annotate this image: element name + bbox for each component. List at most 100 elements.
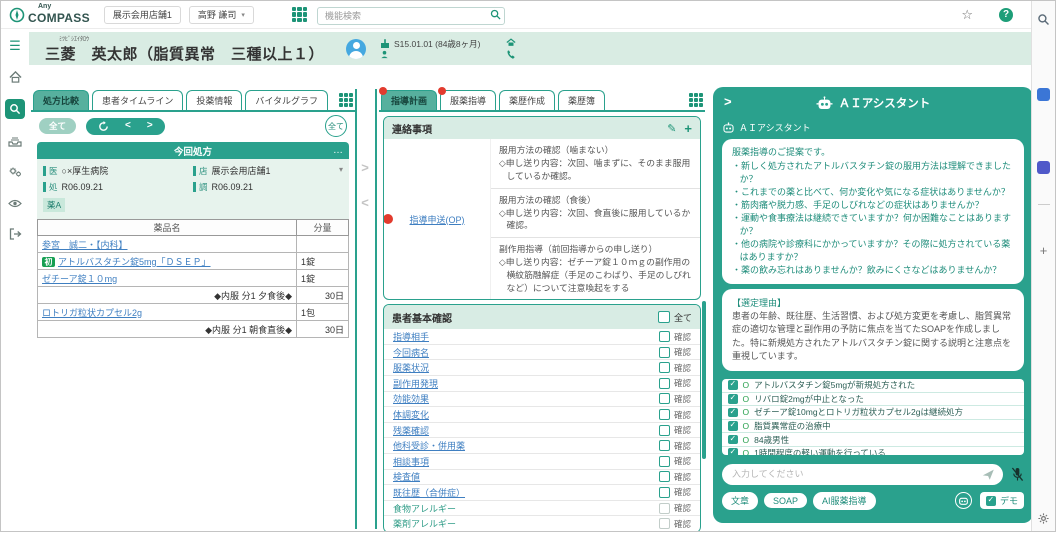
inbox-tray-icon[interactable]: [6, 132, 24, 150]
contact-entry: 服用方法の確認（食後） ◇申し送り内容：次回、食直後に服用しているか確認。: [491, 189, 700, 239]
gear-icon[interactable]: [1037, 512, 1050, 525]
confirm-checkbox[interactable]: [659, 425, 670, 436]
ai-guidance-button[interactable]: AI服薬指導: [813, 492, 876, 510]
user-menu[interactable]: 高野 謙司 ▾: [189, 6, 254, 24]
ai-chat-input[interactable]: [722, 464, 1003, 485]
check-item-link[interactable]: 相談事項: [393, 455, 429, 468]
confirm-checkbox[interactable]: [659, 393, 670, 404]
demo-toggle[interactable]: デモ: [980, 492, 1024, 509]
card-title: 今回処方: [174, 144, 212, 158]
tab-medication-guidance[interactable]: 服薬指導: [440, 90, 496, 110]
help-icon[interactable]: ?: [999, 8, 1013, 22]
top-bar: Any COMPASS 展示会用店舗1 高野 謙司 ▾ ☆ ?: [1, 1, 1035, 29]
confirm-checkbox[interactable]: [659, 471, 670, 482]
check-item-link[interactable]: 他科受診・併用薬: [393, 439, 465, 452]
eye-icon[interactable]: [6, 194, 24, 212]
store-selector[interactable]: 展示会用店舗1: [104, 6, 181, 24]
sidebar-app-icon[interactable]: [1037, 161, 1050, 174]
patient-basic-check-box: 患者基本確認 全て 指導相手確認 今回病名確認 服薬状況確認 副作用発現確認 効…: [383, 304, 701, 532]
soap-mode-button[interactable]: SOAP: [764, 493, 807, 508]
check-item-link[interactable]: 既往歴（合併症）: [393, 486, 465, 499]
all-circle-button[interactable]: 全て: [325, 115, 347, 137]
mic-muted-icon[interactable]: [1011, 467, 1024, 482]
collapse-card-icon[interactable]: ▾: [339, 165, 343, 174]
drug-link[interactable]: ロトリガ粒状カプセル2g: [42, 308, 142, 318]
check-row: 既往歴（合併症）確認: [384, 485, 700, 501]
panel-grid-icon[interactable]: [339, 93, 353, 107]
sidebar-search-icon[interactable]: [1037, 13, 1050, 26]
expand-right-icon[interactable]: >: [361, 161, 369, 174]
card-menu-icon[interactable]: …: [333, 145, 343, 156]
home-icon[interactable]: [6, 68, 24, 86]
fact-row: O84歳男性: [722, 433, 1024, 447]
edit-icon[interactable]: ✎: [667, 122, 676, 135]
check-item-link[interactable]: 今回病名: [393, 346, 429, 359]
check-item-link[interactable]: 効能効果: [393, 392, 429, 405]
sign-out-icon[interactable]: [6, 225, 24, 243]
add-icon[interactable]: +: [684, 122, 692, 135]
fact-checkbox[interactable]: [728, 394, 738, 404]
drug-link[interactable]: アトルバスタチン錠5mg「ＤＳＥＰ」: [58, 257, 211, 267]
tab-record-book[interactable]: 薬歴簿: [558, 90, 605, 110]
text-mode-button[interactable]: 文章: [722, 492, 758, 510]
divider: [1038, 204, 1050, 205]
confirm-checkbox[interactable]: [659, 487, 670, 498]
tab-record-create[interactable]: 薬歴作成: [499, 90, 555, 110]
confirm-checkbox[interactable]: [659, 331, 670, 342]
prescription-panel: 処方比較 患者タイムライン 投薬情報 バイタルグラフ 全て < > 全て 今回処…: [31, 89, 357, 529]
confirm-checkbox[interactable]: [659, 440, 670, 451]
drug-link[interactable]: ゼチーア錠１０mg: [42, 274, 117, 284]
demo-checkbox[interactable]: [986, 496, 996, 506]
favorite-star-icon[interactable]: ☆: [961, 7, 973, 23]
apps-grid-icon[interactable]: [292, 7, 307, 22]
expand-left-icon[interactable]: <: [361, 196, 369, 209]
sidebar-app-icon[interactable]: [1037, 88, 1050, 101]
fact-checkbox[interactable]: [728, 421, 738, 431]
user-name: 高野 謙司: [198, 8, 237, 21]
check-item-link[interactable]: 残薬確認: [393, 424, 429, 437]
tab-patient-timeline[interactable]: 患者タイムライン: [92, 90, 183, 110]
check-item-link[interactable]: 体調変化: [393, 408, 429, 421]
panel-grid-icon[interactable]: [689, 93, 703, 107]
logo-any-text: Any: [38, 3, 90, 10]
search-nav-icon[interactable]: [5, 99, 25, 119]
patient-avatar[interactable]: [346, 39, 366, 59]
fact-checkbox[interactable]: [728, 448, 738, 454]
guidance-handover-link[interactable]: 指導申送(OP): [410, 213, 465, 226]
robot-avatar-button[interactable]: [955, 492, 972, 509]
confirm-checkbox[interactable]: [659, 347, 670, 358]
fact-checkbox[interactable]: [728, 435, 738, 445]
settings-gears-icon[interactable]: [6, 163, 24, 181]
confirm-checkbox[interactable]: [659, 409, 670, 420]
scrollbar[interactable]: [702, 301, 706, 459]
history-nav: < >: [86, 118, 165, 135]
next-icon[interactable]: >: [147, 121, 153, 131]
refresh-icon[interactable]: [98, 121, 109, 132]
check-item-link[interactable]: 服薬状況: [393, 361, 429, 374]
tab-dispensing-info[interactable]: 投薬情報: [186, 90, 242, 110]
tab-vital-graph[interactable]: バイタルグラフ: [245, 90, 328, 110]
function-search-input[interactable]: [317, 7, 505, 25]
sidebar-add-icon[interactable]: +: [1040, 243, 1048, 258]
check-item-link[interactable]: 副作用発現: [393, 377, 438, 390]
send-icon[interactable]: [982, 468, 995, 481]
fact-checkbox[interactable]: [728, 408, 738, 418]
prev-icon[interactable]: <: [125, 121, 131, 131]
confirm-checkbox[interactable]: [659, 456, 670, 467]
confirm-checkbox[interactable]: [659, 518, 670, 529]
usage-text: ◆内服 分1 朝食直後◆: [38, 321, 297, 338]
check-item-link[interactable]: 検査値: [393, 470, 420, 483]
doctor-link[interactable]: 参宮 誠二・【内科】: [42, 240, 128, 250]
check-all-checkbox[interactable]: [658, 311, 670, 323]
confirm-checkbox[interactable]: [659, 362, 670, 373]
fact-checkbox[interactable]: [728, 380, 738, 390]
confirm-checkbox[interactable]: [659, 378, 670, 389]
confirm-checkbox[interactable]: [659, 503, 670, 514]
left-panel-tabs: 処方比較 患者タイムライン 投薬情報 バイタルグラフ: [31, 89, 355, 112]
collapse-panel-icon[interactable]: >: [724, 94, 732, 109]
filter-all-button[interactable]: 全て: [39, 118, 76, 134]
menu-icon[interactable]: ☰: [6, 37, 24, 55]
tab-guidance-plan[interactable]: 指導計画: [381, 90, 437, 110]
tab-prescription-compare[interactable]: 処方比較: [33, 90, 89, 110]
check-item-link[interactable]: 指導相手: [393, 330, 429, 343]
